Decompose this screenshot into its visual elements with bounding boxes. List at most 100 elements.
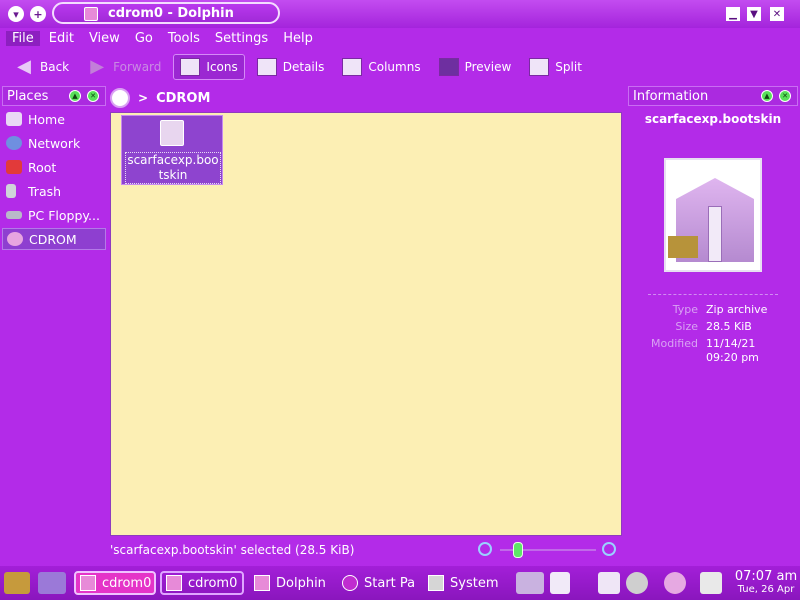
information-header: Information ▲ ✕: [628, 86, 798, 106]
task-label-4: Start Pa: [364, 575, 416, 591]
place-home[interactable]: Home: [2, 108, 106, 130]
toolbar: ◀ Back ▶ Forward Icons Details Columns P…: [0, 52, 800, 82]
task-dolphin[interactable]: Dolphin: [250, 571, 332, 595]
keep-above-button[interactable]: +: [30, 6, 46, 22]
title-bar[interactable]: ▾ + cdrom0 - Dolphin ▁ ▼ ✕: [0, 0, 800, 28]
notes-icon[interactable]: [598, 572, 620, 594]
information-title: Information: [633, 88, 709, 104]
task-label-1: cdrom0: [102, 575, 152, 591]
zoom-in-icon[interactable]: [602, 542, 616, 556]
konqueror-icon: [342, 575, 358, 591]
close-panel-icon[interactable]: ✕: [87, 90, 99, 102]
dolphin-task-icon: [80, 575, 96, 591]
clock-date: Tue, 26 Apr: [737, 584, 795, 595]
system-settings-icon: [428, 575, 444, 591]
meta-modified-time: 09:20 pm: [706, 351, 759, 364]
file-preview: [664, 158, 762, 272]
icons-view-button[interactable]: Icons: [173, 54, 245, 80]
columns-view-icon: [342, 58, 363, 76]
place-cdrom[interactable]: CDROM: [2, 228, 106, 250]
back-label: Back: [40, 60, 70, 74]
forward-arrow-icon: ▶: [90, 56, 105, 77]
menu-settings[interactable]: Settings: [209, 31, 274, 46]
place-floppy-label: PC Floppy...: [28, 207, 100, 223]
location-bar[interactable]: > CDROM: [108, 86, 622, 110]
zoom-handle[interactable]: [512, 542, 523, 558]
info-filename: scarfacexp.bootskin: [644, 112, 782, 126]
breadcrumb-separator: >: [138, 91, 149, 105]
status-text: 'scarfacexp.bootskin' selected (28.5 KiB…: [110, 543, 355, 557]
info-divider: [648, 294, 778, 295]
maximize-button[interactable]: ▼: [747, 7, 761, 21]
clock-time: 07:07 am: [734, 569, 798, 584]
show-desktop-icon[interactable]: [38, 572, 66, 594]
place-cdrom-label: CDROM: [29, 231, 77, 247]
file-item[interactable]: scarfacexp.bootskin: [121, 115, 223, 185]
gear-icon[interactable]: [626, 572, 648, 594]
preview-label: Preview: [464, 60, 512, 74]
preview-icon: [438, 58, 459, 76]
floppy-drive-icon: [6, 211, 22, 219]
file-name-label: scarfacexp.bootskin: [125, 152, 221, 184]
icons-label: Icons: [206, 60, 238, 74]
meta-type-value: Zip archive: [706, 303, 768, 316]
details-label: Details: [282, 60, 325, 74]
forward-button[interactable]: ▶ Forward: [81, 54, 167, 80]
float-panel-icon[interactable]: ▲: [69, 90, 81, 102]
window-title: cdrom0 - Dolphin: [108, 5, 234, 21]
zoom-slider[interactable]: [478, 540, 620, 560]
split-icon: [529, 58, 550, 76]
float-panel-icon[interactable]: ▲: [761, 90, 773, 102]
meta-type: Type Zip archive: [628, 303, 798, 317]
close-button[interactable]: ✕: [770, 7, 784, 21]
task-cdrom0-2[interactable]: cdrom0: [160, 571, 244, 595]
window-title-pill: cdrom0 - Dolphin: [52, 2, 280, 24]
place-trash[interactable]: Trash: [2, 180, 106, 202]
breadcrumb-cdrom[interactable]: CDROM: [156, 91, 210, 106]
menu-file[interactable]: File: [6, 30, 40, 46]
kickoff-launcher-icon[interactable]: [4, 572, 30, 594]
meta-type-key: Type: [672, 303, 698, 316]
pager-icon[interactable]: [516, 572, 544, 594]
place-root[interactable]: Root: [2, 156, 106, 178]
details-view-button[interactable]: Details: [251, 54, 331, 80]
zip-archive-icon: [160, 120, 184, 146]
place-floppy[interactable]: PC Floppy...: [2, 204, 106, 226]
meta-size: Size 28.5 KiB: [628, 320, 798, 334]
back-arrow-icon: ◀: [17, 56, 31, 77]
menu-edit[interactable]: Edit: [43, 31, 80, 46]
dolphin-task-icon: [254, 575, 270, 591]
dolphin-app-icon: [84, 7, 98, 21]
file-view[interactable]: scarfacexp.bootskin: [110, 112, 622, 536]
trash-icon: [6, 184, 16, 198]
task-label-2: cdrom0: [188, 575, 238, 591]
back-button[interactable]: ◀ Back: [8, 54, 75, 80]
columns-view-button[interactable]: Columns: [336, 54, 426, 80]
clipboard-icon[interactable]: [550, 572, 570, 594]
close-panel-icon[interactable]: ✕: [779, 90, 791, 102]
menu-go[interactable]: Go: [129, 31, 159, 46]
place-network[interactable]: Network: [2, 132, 106, 154]
zoom-out-icon[interactable]: [478, 542, 492, 556]
columns-label: Columns: [368, 60, 421, 74]
meta-modified-key: Modified: [651, 337, 698, 350]
window-menu-button[interactable]: ▾: [8, 6, 24, 22]
device-notifier-icon[interactable]: [664, 572, 686, 594]
menu-view[interactable]: View: [83, 31, 126, 46]
preview-button[interactable]: Preview: [433, 54, 518, 80]
menu-tools[interactable]: Tools: [162, 31, 206, 46]
clock[interactable]: 07:07 am Tue, 26 Apr: [732, 569, 800, 595]
task-start-page[interactable]: Start Pa: [338, 571, 416, 595]
place-home-label: Home: [28, 111, 65, 127]
dolphin-task-icon: [166, 575, 182, 591]
battery-icon[interactable]: [700, 572, 722, 594]
menu-help[interactable]: Help: [277, 31, 319, 46]
minimize-button[interactable]: ▁: [726, 7, 740, 21]
information-panel: Information ▲ ✕ scarfacexp.bootskin Type…: [628, 86, 798, 536]
split-button[interactable]: Split: [523, 54, 588, 80]
meta-modified: Modified 11/14/21 09:20 pm: [628, 337, 798, 365]
task-system[interactable]: System: [424, 571, 508, 595]
task-cdrom0-1[interactable]: cdrom0: [74, 571, 156, 595]
place-trash-label: Trash: [28, 183, 62, 199]
places-header: Places ▲ ✕: [2, 86, 106, 106]
